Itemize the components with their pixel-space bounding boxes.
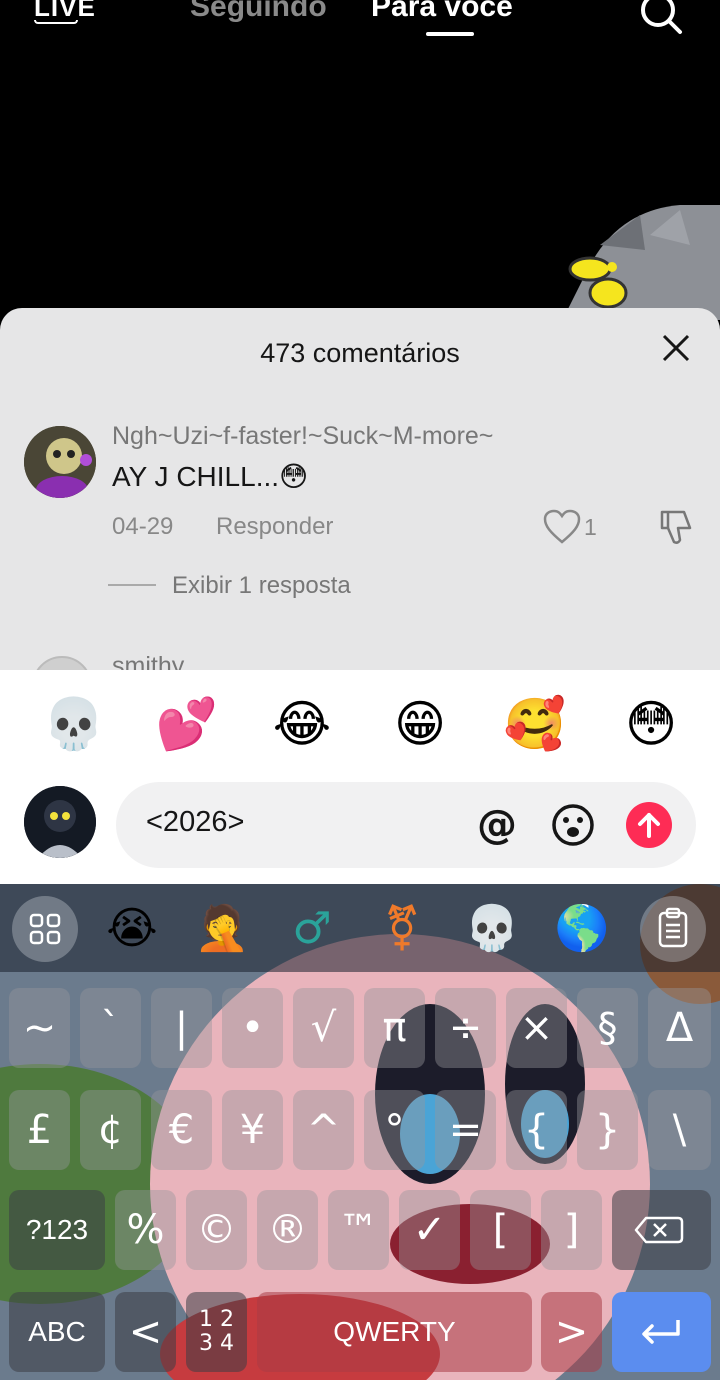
quick-emoji-laughing[interactable]: 😂 — [270, 692, 334, 756]
suggested-emoji-skull[interactable]: 💀 — [462, 902, 522, 956]
clipboard-icon[interactable] — [640, 896, 706, 962]
emoji-icon[interactable] — [550, 802, 596, 848]
key-tilde[interactable]: ~ — [9, 988, 70, 1068]
backspace-icon — [634, 1216, 684, 1244]
live-icon-frame — [34, 20, 78, 24]
key-numbers-top: 1 2 — [199, 1307, 234, 1332]
quick-emoji-skull[interactable]: 💀 — [42, 692, 106, 756]
comment-input[interactable]: <2026> @ — [116, 782, 696, 868]
enter-key[interactable] — [612, 1292, 711, 1372]
comments-count-title: 473 comentários — [260, 338, 460, 368]
suggested-emoji-facepalm[interactable]: 🤦 — [192, 902, 252, 956]
dislike-icon[interactable] — [656, 506, 696, 548]
key-divide[interactable]: ÷ — [435, 988, 496, 1068]
key-backtick[interactable]: ` — [80, 988, 141, 1068]
quick-emoji-smiling-hearts[interactable]: 🥰 — [503, 692, 567, 756]
active-tab-indicator — [426, 32, 474, 36]
comment-text: AY J CHILL...😳 — [112, 461, 309, 492]
key-percent[interactable]: % — [115, 1190, 176, 1270]
tab-following[interactable]: Seguindo — [190, 0, 327, 24]
comments-sheet: 473 comentários Ngh~Uzi~f-faster!~Suck~M… — [0, 308, 720, 670]
like-count: 1 — [584, 514, 597, 540]
keyboard-toolbar: 😭 🤦 ♂ ⚧ 💀 🌎 — [0, 884, 720, 972]
quick-emoji-flushed[interactable]: 😳 — [619, 692, 683, 756]
key-pound[interactable]: £ — [9, 1090, 70, 1170]
key-numbers-bottom: 3 4 — [199, 1331, 234, 1356]
key-less-than[interactable]: < — [115, 1292, 176, 1372]
key-numbers-layout[interactable]: 1 2 3 4 — [186, 1292, 247, 1372]
key-right-brace[interactable]: } — [577, 1090, 638, 1170]
suggested-emoji-transgender-symbol[interactable]: ⚧ — [372, 902, 432, 956]
key-sqrt[interactable]: √ — [293, 988, 354, 1068]
key-abc[interactable]: ABC — [9, 1292, 105, 1372]
key-left-bracket[interactable]: [ — [470, 1190, 531, 1270]
video-character-image — [562, 205, 720, 320]
close-icon[interactable] — [658, 330, 694, 366]
keyboard: 😭 🤦 ♂ ⚧ 💀 🌎 ~ ` | • √ π ÷ × § Δ £ ¢ € ¥ … — [0, 884, 720, 1380]
key-greater-than[interactable]: > — [541, 1292, 602, 1372]
key-copyright[interactable]: © — [186, 1190, 247, 1270]
space-key[interactable]: QWERTY — [257, 1292, 532, 1372]
key-backslash[interactable]: \ — [648, 1090, 711, 1170]
backspace-key[interactable] — [612, 1190, 711, 1270]
key-delta[interactable]: Δ — [648, 988, 711, 1068]
key-cent[interactable]: ¢ — [80, 1090, 141, 1170]
comment-input-value[interactable]: <2026> — [146, 806, 244, 839]
comment-composer: 💀 💕 😂 😁 🥰 😳 <2026> @ — [0, 670, 720, 884]
key-pi[interactable]: π — [364, 988, 425, 1068]
commenter-avatar[interactable] — [24, 426, 96, 498]
tab-for-you[interactable]: Para você — [371, 0, 513, 24]
key-section[interactable]: § — [577, 988, 638, 1068]
send-icon[interactable] — [626, 802, 672, 848]
key-yen[interactable]: ¥ — [222, 1090, 283, 1170]
commenter-avatar[interactable] — [32, 656, 92, 670]
key-bullet[interactable]: • — [222, 988, 283, 1068]
comment-date: 04-29 — [112, 513, 174, 540]
key-right-bracket[interactable]: ] — [541, 1190, 602, 1270]
comment-username[interactable]: Ngh~Uzi~f-faster!~Suck~M-more~ — [112, 422, 493, 451]
enter-icon — [642, 1320, 680, 1344]
key-equals[interactable]: = — [435, 1090, 496, 1170]
replies-divider — [108, 584, 156, 586]
key-pipe[interactable]: | — [151, 988, 212, 1068]
user-avatar — [24, 786, 96, 858]
video-player[interactable]: LIVE Seguindo Para você — [0, 0, 720, 320]
reply-button[interactable]: Responder — [216, 513, 333, 541]
comment-username[interactable]: smithy — [112, 652, 184, 670]
key-trademark[interactable]: ™ — [328, 1190, 389, 1270]
apps-grid-icon[interactable] — [12, 896, 78, 962]
key-degree[interactable]: ° — [364, 1090, 425, 1170]
key-symbols-mode[interactable]: ?123 — [9, 1190, 105, 1270]
svg-text:@: @ — [477, 802, 517, 848]
quick-emoji-grin[interactable]: 😁 — [388, 692, 452, 756]
top-nav: LIVE Seguindo Para você — [0, 0, 720, 44]
suggested-emoji-male-sign[interactable]: ♂ — [282, 902, 342, 956]
key-left-brace[interactable]: { — [506, 1090, 567, 1170]
heart-icon[interactable] — [542, 508, 582, 546]
key-checkmark[interactable]: ✓ — [399, 1190, 460, 1270]
key-registered[interactable]: ® — [257, 1190, 318, 1270]
search-icon[interactable] — [636, 0, 686, 38]
quick-emoji-hearts[interactable]: 💕 — [155, 692, 219, 756]
suggested-emoji-crying[interactable]: 😭 — [102, 902, 162, 956]
suggested-emoji-globe[interactable]: 🌎 — [552, 902, 612, 956]
key-caret[interactable]: ^ — [293, 1090, 354, 1170]
key-multiply[interactable]: × — [506, 988, 567, 1068]
mention-icon[interactable]: @ — [474, 802, 520, 848]
view-replies-link[interactable]: Exibir 1 resposta — [172, 572, 351, 600]
key-euro[interactable]: € — [151, 1090, 212, 1170]
